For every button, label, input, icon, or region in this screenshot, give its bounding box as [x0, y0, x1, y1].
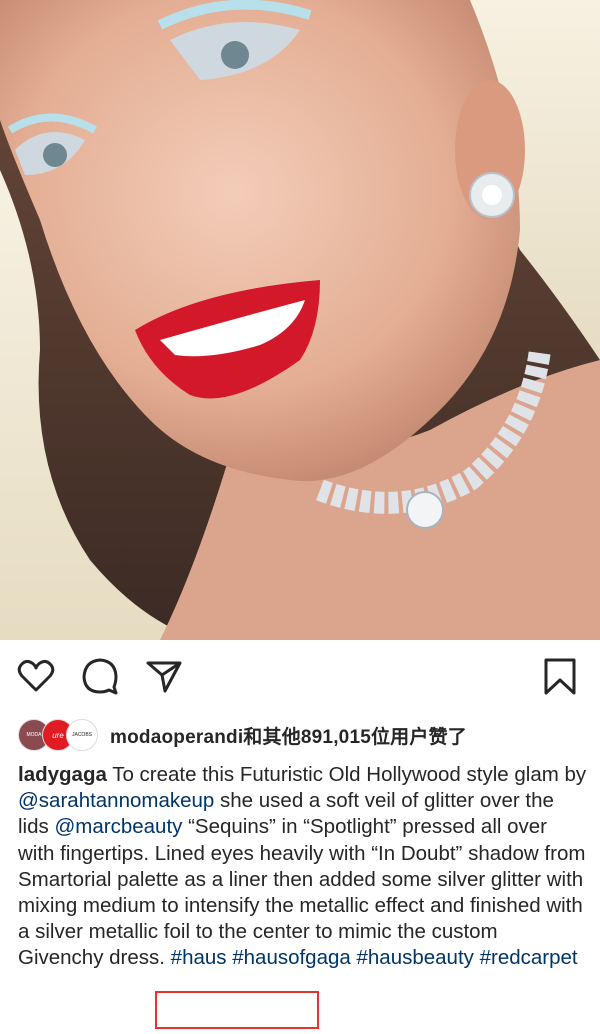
hashtag-link[interactable]: #redcarpet [480, 946, 578, 969]
hashtag-link[interactable]: #haus [171, 946, 227, 969]
share-button[interactable] [142, 656, 186, 700]
bookmark-icon [540, 656, 580, 701]
save-button[interactable] [538, 656, 582, 700]
mention-link[interactable]: @sarahtannomakeup [18, 789, 214, 812]
post-photo-illustration [0, 0, 600, 640]
comment-icon [80, 656, 120, 701]
like-button[interactable] [14, 656, 58, 700]
comment-button[interactable] [78, 656, 122, 700]
likes-count-text[interactable]: modaoperandi和其他891,015位用户赞了 [110, 722, 467, 749]
caption-username[interactable]: ladygaga [18, 763, 107, 786]
send-icon [144, 656, 184, 701]
mention-link[interactable]: @marcbeauty [54, 815, 182, 838]
caption-text: To create this Futuristic Old Hollywood … [106, 763, 587, 786]
post-action-bar [0, 648, 600, 710]
hashtag-link[interactable]: #hausbeauty [357, 946, 474, 969]
post-image[interactable] [0, 0, 600, 640]
likes-row[interactable]: MODA ure JACOBS modaoperandi和其他891,015位用… [18, 718, 588, 752]
post-caption: ladygaga To create this Futuristic Old H… [18, 762, 588, 972]
avatar[interactable]: JACOBS [66, 719, 98, 751]
hashtag-link[interactable]: #hausofgaga [232, 946, 351, 969]
heart-icon [16, 656, 56, 701]
liker-avatars[interactable]: MODA ure JACOBS [18, 719, 100, 751]
annotation-highlight-box [155, 991, 319, 1029]
